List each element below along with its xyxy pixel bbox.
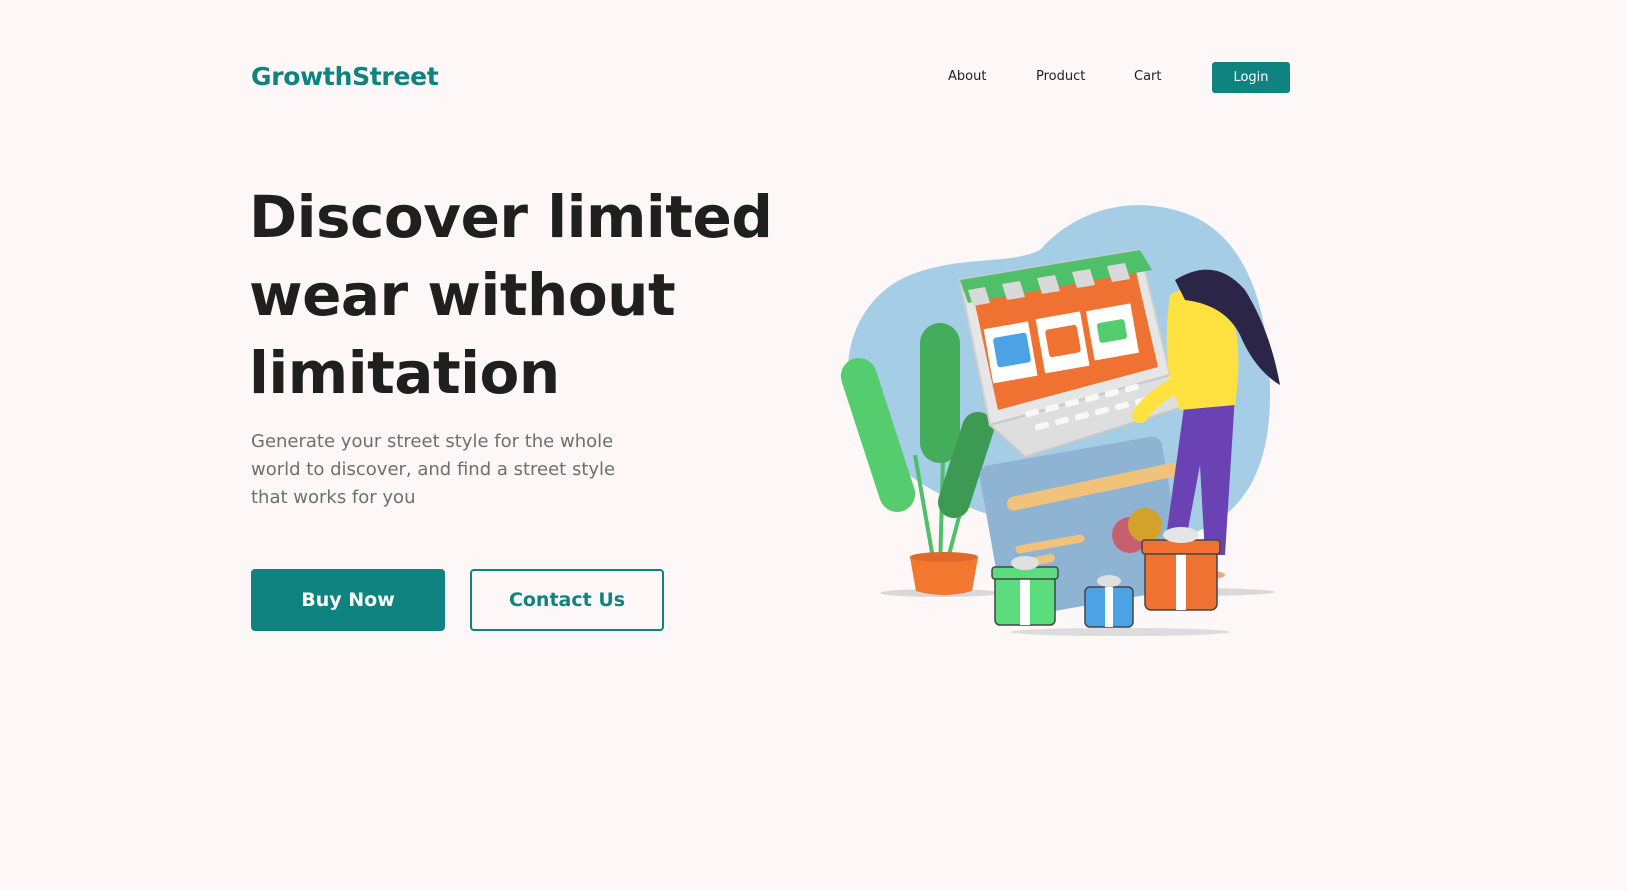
logo[interactable]: GrowthStreet <box>251 62 439 91</box>
buy-now-button[interactable]: Buy Now <box>251 569 445 631</box>
hero-subtitle-line: world to discover, and find a street sty… <box>251 459 616 480</box>
contact-us-button[interactable]: Contact Us <box>470 569 664 631</box>
online-shop-illustration <box>840 205 1280 636</box>
nav-cart-link[interactable]: Cart <box>1134 69 1162 84</box>
hero-title-line: wear without <box>249 261 676 329</box>
hero-subtitle-line: that works for you <box>251 487 416 508</box>
hero-subtitle-line: Generate your street style for the whole <box>251 431 614 452</box>
floor-shadow <box>1010 628 1230 636</box>
nav-about-link[interactable]: About <box>948 69 986 84</box>
hero-title: Discover limited wear without limitation <box>249 178 773 412</box>
hero-subtitle: Generate your street style for the whole… <box>251 428 651 512</box>
hero-title-line: Discover limited <box>249 183 773 251</box>
login-button[interactable]: Login <box>1212 62 1290 93</box>
hero-title-line: limitation <box>249 339 560 407</box>
nav-product-link[interactable]: Product <box>1036 69 1085 84</box>
